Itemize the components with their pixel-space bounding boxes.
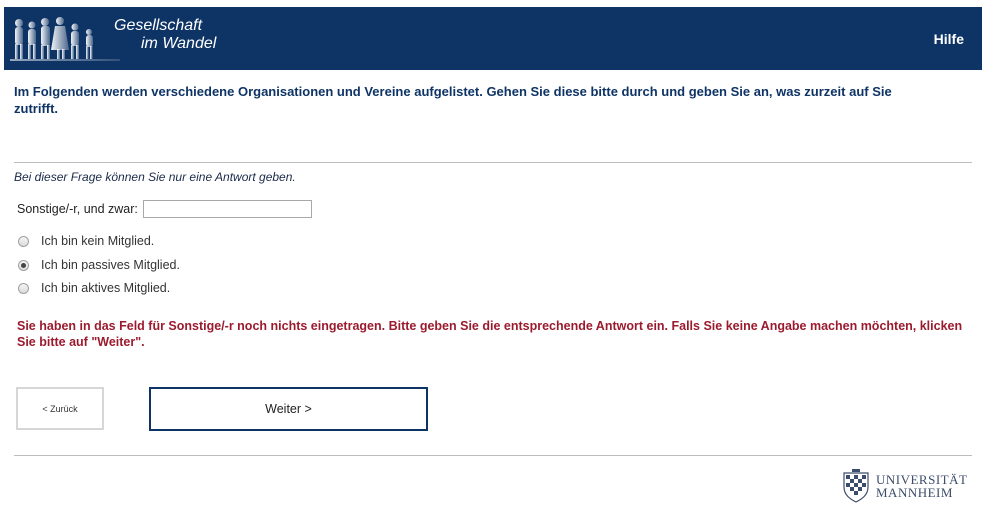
brand-line-1: Gesellschaft [114, 17, 203, 34]
radio-button[interactable] [18, 282, 29, 294]
people-silhouettes-logo [10, 17, 120, 61]
validation-error-message: Sie haben in das Feld für Sonstige/-r no… [17, 319, 963, 349]
brand-title: Gesellschaft im Wandel [114, 17, 216, 53]
divider-top [14, 162, 972, 163]
divider-bottom [14, 455, 972, 456]
next-button[interactable]: Weiter > [149, 387, 428, 431]
university-crest-icon [843, 469, 869, 503]
other-text-input[interactable] [142, 200, 312, 218]
back-button[interactable]: < Zurück [16, 387, 104, 430]
university-logo: UNIVERSITÄT MANNHEIM [840, 466, 967, 506]
help-link[interactable]: Hilfe [934, 31, 964, 47]
other-row: Sonstige/-r, und zwar: [17, 198, 312, 220]
header-bar: Gesellschaft im Wandel Hilfe [4, 7, 982, 70]
brand-line-2: im Wandel [141, 35, 217, 52]
other-label: Sonstige/-r, und zwar: [17, 202, 138, 216]
option-label: Ich bin aktives Mitglied. [41, 281, 171, 295]
option-kein-mitglied[interactable]: Ich bin kein Mitglied. [18, 232, 154, 250]
radio-button[interactable] [18, 235, 29, 247]
option-passives-mitglied[interactable]: Ich bin passives Mitglied. [18, 256, 180, 274]
radio-button-selected[interactable] [18, 259, 29, 271]
question-intro: Im Folgenden werden verschiedene Organis… [14, 84, 892, 116]
option-label: Ich bin kein Mitglied. [41, 234, 155, 248]
university-name: UNIVERSITÄT MANNHEIM [876, 473, 967, 499]
university-line-2: MANNHEIM [876, 485, 953, 500]
option-aktives-mitglied[interactable]: Ich bin aktives Mitglied. [18, 279, 170, 297]
answer-instruction: Bei dieser Frage können Sie nur eine Ant… [14, 170, 296, 184]
option-label: Ich bin passives Mitglied. [41, 258, 180, 272]
